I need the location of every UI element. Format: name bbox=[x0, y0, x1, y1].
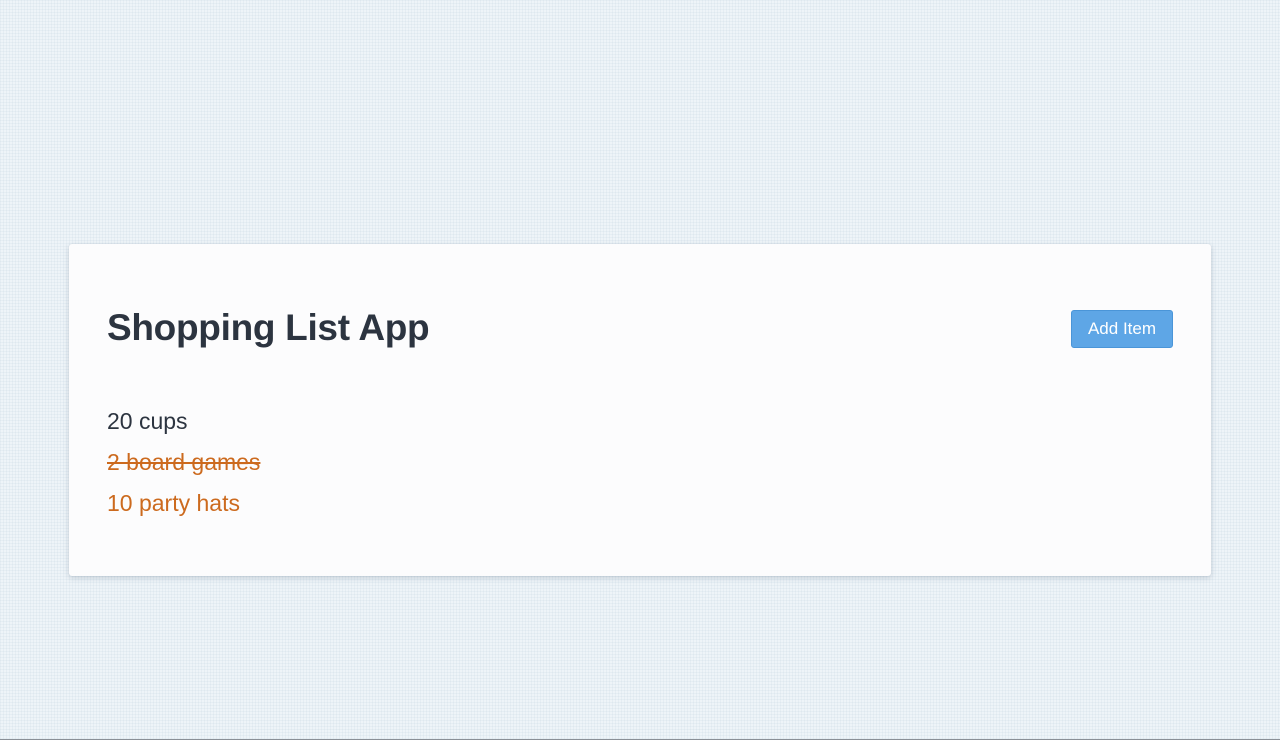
list-item[interactable]: 10 party hats bbox=[107, 483, 260, 524]
list-item[interactable]: 20 cups bbox=[107, 401, 260, 442]
page-title: Shopping List App bbox=[107, 307, 430, 348]
list-item[interactable]: 2 board games bbox=[107, 442, 260, 483]
shopping-list: 20 cups 2 board games 10 party hats bbox=[107, 401, 260, 524]
shopping-list-card: Shopping List App Add Item 20 cups 2 boa… bbox=[69, 244, 1211, 576]
card-header: Shopping List App Add Item bbox=[107, 308, 1173, 348]
add-item-button[interactable]: Add Item bbox=[1071, 310, 1173, 348]
